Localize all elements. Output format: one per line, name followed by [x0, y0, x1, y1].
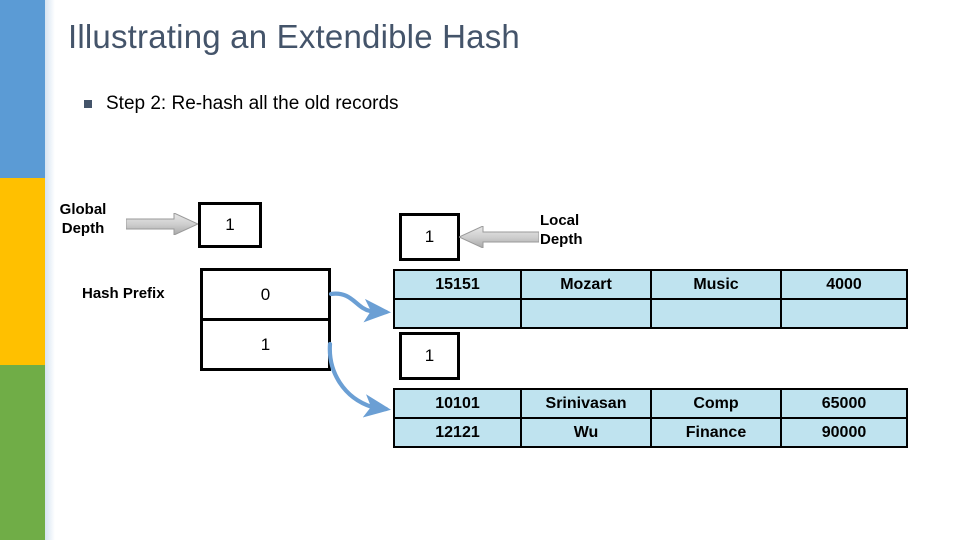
bullet-item: Step 2: Re-hash all the old records: [84, 93, 399, 115]
bucket-0-r0-id: 15151: [393, 269, 522, 300]
bucket-1-r0-salary: 65000: [780, 388, 908, 419]
bucket-1-local-depth-value: 1: [424, 346, 435, 365]
bucket-0-r1-dept: [650, 298, 782, 329]
table-row: [393, 298, 908, 329]
hash-prefix-label: Hash Prefix: [82, 285, 165, 302]
global-depth-label: Global Depth: [52, 201, 114, 239]
bucket-1-table: 10101 Srinivasan Comp 65000 12121 Wu Fin…: [393, 388, 908, 448]
directory-entry-1: 1: [200, 318, 331, 371]
table-row: 12121 Wu Finance 90000: [393, 417, 908, 448]
bucket-1-r1-name: Wu: [520, 417, 652, 448]
local-depth-label: Local Depth: [540, 212, 583, 250]
bucket-1-r0-dept: Comp: [650, 388, 782, 419]
directory-row: 0: [200, 268, 331, 321]
directory-row: 1: [200, 318, 331, 371]
bucket-1-r1-salary: 90000: [780, 417, 908, 448]
square-bullet-icon: [84, 100, 92, 108]
connector-dir1-to-bucket1: [327, 341, 391, 418]
bucket-0-r1-name: [520, 298, 652, 329]
bucket-0-r1-salary: [780, 298, 908, 329]
local-depth-label-line1: Local: [540, 212, 580, 229]
global-depth-label-line1: Global: [59, 201, 107, 218]
bucket-0-r0-name: Mozart: [520, 269, 652, 300]
page-title: Illustrating an Extendible Hash: [68, 18, 520, 55]
global-depth-arrow-icon: [126, 213, 198, 235]
directory-entry-0: 0: [200, 268, 331, 321]
connector-dir0-to-bucket0: [328, 291, 392, 323]
rail-segment-yellow: [0, 178, 45, 365]
table-row: 10101 Srinivasan Comp 65000: [393, 388, 908, 419]
bucket-1-r0-name: Srinivasan: [520, 388, 652, 419]
bucket-0-r1-id: [393, 298, 522, 329]
bucket-0-r0-salary: 4000: [780, 269, 908, 300]
local-depth-arrow-icon: [459, 226, 539, 248]
bucket-0-local-depth-box: 1: [399, 213, 460, 261]
bucket-0-r0-dept: Music: [650, 269, 782, 300]
bucket-1-local-depth-box: 1: [399, 332, 460, 380]
bucket-1-r1-id: 12121: [393, 417, 522, 448]
table-row: 15151 Mozart Music 4000: [393, 269, 908, 300]
rail-fade-gradient: [45, 0, 55, 540]
slide-canvas: Illustrating an Extendible Hash Step 2: …: [0, 0, 960, 540]
bullet-text: Step 2: Re-hash all the old records: [106, 93, 399, 114]
local-depth-label-line2: Depth: [540, 230, 583, 248]
global-depth-box: 1: [198, 202, 262, 248]
global-depth-value: 1: [225, 215, 235, 234]
bucket-0-table: 15151 Mozart Music 4000: [393, 269, 908, 329]
global-depth-label-line2: Depth: [61, 219, 105, 237]
bucket-1-r1-dept: Finance: [650, 417, 782, 448]
rail-segment-green: [0, 365, 45, 540]
bucket-0-local-depth-value: 1: [424, 227, 435, 246]
bucket-1-r0-id: 10101: [393, 388, 522, 419]
rail-segment-blue: [0, 0, 45, 178]
hash-prefix-directory: 0 1: [200, 268, 331, 371]
